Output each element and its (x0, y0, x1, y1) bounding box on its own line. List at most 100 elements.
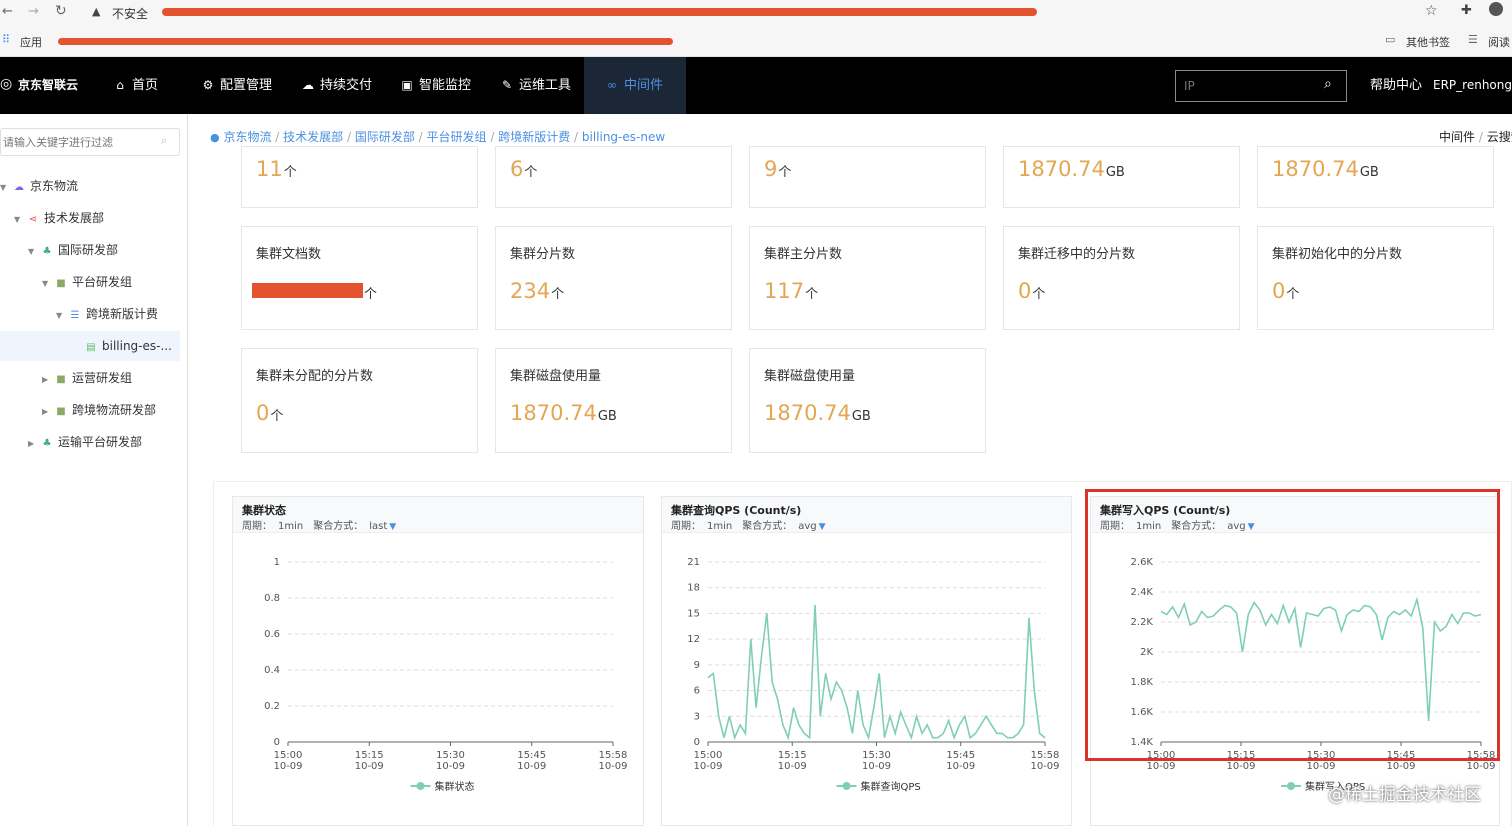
chevron-down-icon[interactable]: ▼ (0, 178, 12, 198)
extensions-icon[interactable]: ✚ (1461, 3, 1472, 18)
metric-value: 0个 (1018, 279, 1045, 303)
org-icon: ♣ (42, 246, 52, 257)
filter-search-icon: ⌕ (161, 134, 168, 147)
breadcrumb-item[interactable]: 技术发展部 (283, 130, 343, 144)
brand-name[interactable]: 京东智联云 (18, 57, 78, 114)
chevron-right-icon[interactable]: ▶ (42, 402, 54, 422)
metric-title: 集群分片数 (510, 247, 576, 262)
location-pin-icon: ● (210, 131, 220, 144)
tree-node-ops-rd[interactable]: ▶ ■ 运营研发组 (42, 368, 132, 388)
metric-value: 9个 (764, 157, 791, 181)
cube-icon: ■ (56, 406, 66, 417)
chevron-down-icon[interactable]: ▼ (14, 210, 26, 230)
metric-number: 234 (510, 279, 551, 303)
tree-filter-box[interactable]: ⌕ (0, 128, 180, 156)
y-tick-label: 9 (694, 660, 700, 671)
period-value[interactable]: 1min (707, 521, 732, 532)
ip-search-box[interactable]: ⌕ (1175, 70, 1347, 102)
breadcrumb-right-item[interactable]: 中间件 (1439, 130, 1475, 144)
profile-icon[interactable] (1489, 2, 1503, 16)
chevron-down-icon[interactable]: ▼ (28, 242, 40, 262)
tree-filter-input[interactable] (3, 134, 153, 150)
apps-icon[interactable]: ⠿ (2, 33, 10, 46)
metric-title: 集群主分片数 (764, 247, 843, 262)
tree-node-tech-dept[interactable]: ▼ ⋖ 技术发展部 (14, 208, 104, 228)
metric-unit: 个 (551, 287, 565, 302)
redacted-value (252, 283, 363, 298)
x-tick-label: 15:30 (436, 750, 465, 761)
nav-delivery[interactable]: ☁ 持续交付 (300, 57, 372, 114)
y-tick-label: 18 (687, 583, 700, 594)
agg-select[interactable]: avg (798, 521, 816, 532)
nav-ops-tools[interactable]: ✎ 运维工具 (499, 57, 571, 114)
tree-node-billing-es[interactable]: ▤ billing-es-... (84, 336, 172, 356)
metric-value: 6个 (510, 157, 537, 181)
metric-unit: 个 (364, 287, 378, 302)
x-tick-label: 15:45 (517, 750, 546, 761)
apps-label[interactable]: 应用 (20, 34, 42, 50)
metric-card-disk-usage: 集群磁盘使用量 1870.74GB (495, 348, 732, 453)
metric-number: 0 (1018, 279, 1032, 303)
metric-card-relocating-shards: 集群迁移中的分片数 0个 (1003, 226, 1240, 330)
series-line (707, 604, 1046, 741)
folder-icon: ▭ (1385, 33, 1396, 46)
cloud-icon: ☁ (302, 78, 314, 92)
metric-unit: 个 (805, 287, 819, 302)
tree-node-transport-rd[interactable]: ▶ ♣ 运输平台研发部 (28, 432, 142, 452)
tree-node-label: 跨境物流研发部 (72, 403, 157, 417)
cube-icon: ■ (56, 374, 66, 385)
help-center-link[interactable]: 帮助中心 (1370, 57, 1422, 114)
file-icon: ▤ (86, 342, 96, 353)
chevron-right-icon[interactable]: ▶ (42, 370, 54, 390)
x-tick-date: 10-09 (517, 761, 546, 772)
nav-home[interactable]: ⌂ 首页 (112, 57, 158, 114)
breadcrumb-item[interactable]: 平台研发组 (427, 130, 487, 144)
star-icon[interactable]: ☆ (1425, 3, 1438, 19)
breadcrumb-item[interactable]: billing-es-new (582, 130, 665, 144)
breadcrumb-item[interactable]: 国际研发部 (355, 130, 415, 144)
reload-icon[interactable]: ↻ (55, 3, 67, 19)
metric-number: 1870.74 (1272, 157, 1359, 181)
breadcrumb-right-item[interactable]: 云搜索 (1487, 130, 1512, 144)
nav-monitor[interactable]: ▣ 智能监控 (399, 57, 471, 114)
metric-value: 234个 (510, 279, 564, 303)
x-tick-date: 10-09 (1146, 761, 1175, 772)
chevron-down-icon[interactable]: ▼ (56, 306, 68, 326)
metric-number: 0 (1272, 279, 1286, 303)
x-tick-date: 10-09 (778, 761, 807, 772)
caret-down-icon[interactable]: ▼ (819, 522, 826, 532)
period-value[interactable]: 1min (278, 521, 303, 532)
nav-config[interactable]: ⚙ 配置管理 (200, 57, 272, 114)
tree-node-crossborder-rd[interactable]: ▶ ■ 跨境物流研发部 (42, 400, 156, 420)
cube-icon: ■ (56, 278, 66, 289)
other-bookmarks[interactable]: 其他书签 (1406, 34, 1450, 50)
back-icon[interactable]: ← (2, 4, 13, 19)
ip-search-input[interactable] (1184, 77, 1314, 95)
user-menu[interactable]: ERP_renhong... (1433, 57, 1512, 114)
tree-node-platform-rd[interactable]: ▼ ■ 平台研发组 (42, 272, 132, 292)
search-icon[interactable]: ⌕ (1324, 76, 1332, 92)
tree-node-label: 运输平台研发部 (58, 435, 143, 449)
x-tick-label: 15:58 (1031, 750, 1060, 761)
reading-list[interactable]: 阅读 (1488, 34, 1510, 50)
agg-select[interactable]: last (369, 521, 387, 532)
x-tick-date: 10-09 (273, 761, 302, 772)
chevron-right-icon[interactable]: ▶ (28, 434, 40, 454)
caret-down-icon[interactable]: ▼ (389, 522, 396, 532)
main-content: 11个 6个 9个 1870.74GB 1870.74GB 集群文档数 个 集群… (190, 146, 1512, 826)
tree-node-jd-logistics[interactable]: ▼ ☁ 京东物流 (0, 176, 78, 196)
breadcrumb-item[interactable]: 跨境新版计费 (498, 130, 570, 144)
y-tick-label: 15 (687, 608, 700, 619)
metric-title: 集群文档数 (256, 247, 322, 262)
breadcrumb-item[interactable]: 京东物流 (223, 130, 271, 144)
nav-middleware[interactable]: ∞ 中间件 (604, 57, 663, 114)
watermark: @稀土掘金技术社区 (1328, 785, 1481, 805)
chevron-down-icon[interactable]: ▼ (42, 274, 54, 294)
forward-icon[interactable]: → (28, 4, 39, 19)
tree-node-billing[interactable]: ▼ ☰ 跨境新版计费 (56, 304, 158, 324)
cloud-icon: ☁ (14, 182, 24, 193)
redacted-bookmarks[interactable] (58, 38, 673, 45)
redacted-url[interactable] (162, 8, 1037, 16)
tree-node-intl-rd[interactable]: ▼ ♣ 国际研发部 (28, 240, 118, 260)
tree-node-label: 运营研发组 (72, 371, 133, 385)
